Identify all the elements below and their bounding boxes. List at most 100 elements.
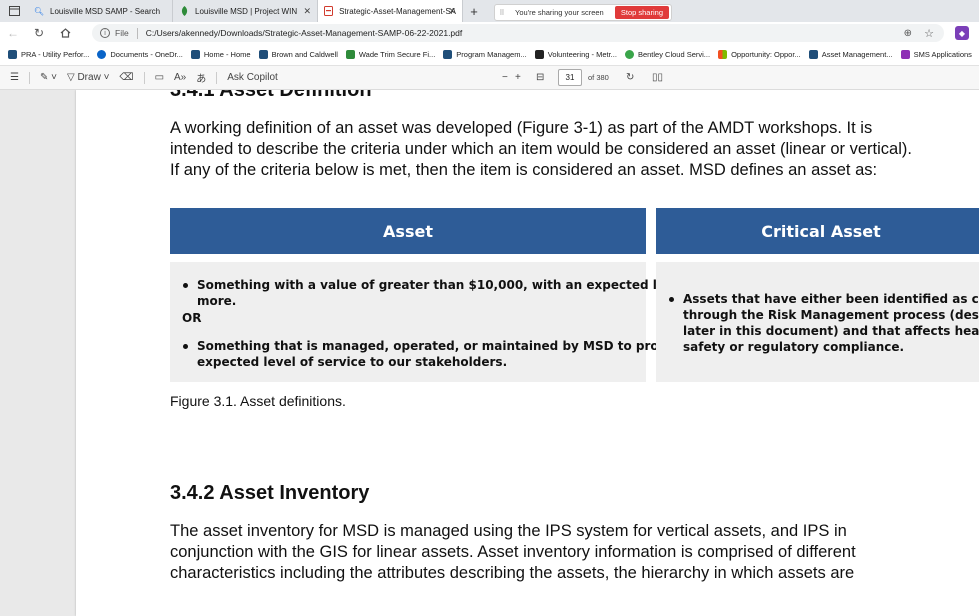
new-tab-button[interactable]: + bbox=[463, 0, 485, 22]
home-button[interactable] bbox=[52, 28, 78, 38]
critical-bullet: Assets that have either been identified … bbox=[683, 291, 979, 355]
close-icon[interactable]: ✕ bbox=[448, 6, 456, 17]
bookmark-item[interactable]: Volunteering - Metr... bbox=[534, 50, 617, 59]
asset-column-header: Asset bbox=[170, 208, 646, 254]
inventory-paragraph: The asset inventory for MSD is managed u… bbox=[170, 521, 979, 584]
asset-definition-cell: Something with a value of greater than $… bbox=[170, 262, 764, 382]
bookmark-item[interactable]: Documents - OneDr... bbox=[97, 50, 183, 59]
bullet-text-line: later in this document) and that affects… bbox=[683, 324, 979, 338]
bookmark-label: Opportunity: Oppor... bbox=[731, 50, 801, 59]
bookmark-favicon-icon bbox=[258, 50, 268, 59]
document-viewer[interactable]: 3.4.1 Asset Definition A working definit… bbox=[0, 90, 979, 616]
paragraph-line: conjunction with the GIS for linear asse… bbox=[170, 543, 856, 561]
bullet-text-line: through the Risk Management process (des… bbox=[683, 308, 979, 322]
toolbar-divider bbox=[216, 71, 218, 84]
asset-bullet-2: Something that is managed, operated, or … bbox=[197, 338, 708, 370]
bookmark-label: Wade Trim Secure Fi... bbox=[358, 50, 436, 59]
paragraph-line: If any of the criteria below is met, the… bbox=[170, 161, 878, 179]
stop-sharing-button[interactable]: Stop sharing bbox=[614, 6, 669, 19]
reload-button[interactable]: ↻ bbox=[26, 26, 52, 40]
rotate-icon[interactable]: ↻ bbox=[626, 72, 634, 83]
address-bar[interactable]: i File C:/Users/akennedy/Downloads/Strat… bbox=[92, 24, 944, 42]
bookmark-item[interactable]: Bentley Cloud Servi... bbox=[624, 50, 710, 59]
translate-icon[interactable]: あ bbox=[196, 70, 206, 85]
bookmark-favicon-icon bbox=[190, 50, 200, 59]
tab-actions-button[interactable] bbox=[0, 0, 28, 22]
screen-share-banner: ⠿ You're sharing your screen Stop sharin… bbox=[494, 4, 672, 21]
bookmark-item[interactable]: Program Managem... bbox=[443, 50, 527, 59]
bookmark-item[interactable]: Opportunity: Oppor... bbox=[718, 50, 801, 59]
close-icon[interactable]: ✕ bbox=[303, 6, 311, 17]
tab-label: Louisville MSD | Project WIN bbox=[195, 6, 298, 16]
search-icon: 🔍︎ bbox=[33, 6, 45, 16]
text-box-icon[interactable]: ▭ bbox=[155, 72, 164, 83]
bookmarks-bar: PRA - Utility Perfor... Documents - OneD… bbox=[0, 44, 979, 66]
profile-icon[interactable]: ◆ bbox=[955, 26, 969, 40]
tab-pdf[interactable]: Strategic-Asset-Management-SA ✕ bbox=[318, 0, 463, 22]
bookmark-item[interactable]: Wade Trim Secure Fi... bbox=[345, 50, 436, 59]
bullet-text-line: expected level of service to our stakeho… bbox=[197, 355, 508, 369]
bullet-text-line: Something that is managed, operated, or … bbox=[197, 339, 709, 353]
section-heading-341: 3.4.1 Asset Definition bbox=[170, 90, 372, 101]
leaf-icon bbox=[179, 6, 189, 16]
paragraph-line: A working definition of an asset was dev… bbox=[170, 119, 873, 137]
bookmark-item[interactable]: Brown and Caldwell bbox=[258, 50, 338, 59]
contents-icon[interactable]: ☰ bbox=[10, 72, 19, 83]
bookmark-item[interactable]: Asset Management... bbox=[808, 50, 893, 59]
bookmark-item[interactable]: SMS Applications bbox=[900, 50, 972, 59]
zoom-in-icon[interactable]: + bbox=[515, 72, 521, 83]
bookmark-item[interactable]: PRA - Utility Perfor... bbox=[8, 50, 89, 59]
tab-search[interactable]: 🔍︎ Louisville MSD SAMP - Search bbox=[28, 0, 173, 22]
read-aloud-icon[interactable]: A» bbox=[174, 72, 186, 83]
bookmark-label: Volunteering - Metr... bbox=[547, 50, 617, 59]
zoom-icon[interactable]: ⊕ bbox=[904, 28, 912, 39]
page-count: of 380 bbox=[588, 73, 609, 82]
tab-actions-icon bbox=[8, 6, 20, 16]
asset-or-text: OR bbox=[182, 311, 202, 325]
tab-label: Strategic-Asset-Management-SA bbox=[339, 6, 456, 16]
toolbar-divider bbox=[28, 71, 30, 84]
critical-asset-definition-cell: Assets that have either been identified … bbox=[656, 262, 979, 382]
pdf-toolbar: ☰ ✎ ˅ ▽ Draw ˅ ⌫ ▭ A» あ Ask Copilot − + … bbox=[0, 66, 979, 90]
windows-icon bbox=[718, 50, 728, 59]
paragraph-line: characteristics including the attributes… bbox=[170, 564, 855, 582]
tab-project-win[interactable]: Louisville MSD | Project WIN ✕ bbox=[173, 0, 318, 22]
intro-paragraph: A working definition of an asset was dev… bbox=[170, 118, 979, 181]
section-heading-342: 3.4.2 Asset Inventory bbox=[170, 482, 370, 504]
bookmark-label: Documents - OneDr... bbox=[110, 50, 183, 59]
bookmark-favicon-icon bbox=[808, 50, 818, 59]
favorite-star-icon[interactable]: ☆ bbox=[924, 27, 934, 40]
fit-page-icon[interactable]: ⊟ bbox=[536, 72, 544, 83]
bookmark-label: Home - Home bbox=[203, 50, 251, 59]
bookmark-favicon-icon bbox=[443, 50, 453, 59]
page-view-icon[interactable]: ▯▯ bbox=[652, 72, 663, 83]
tab-strip: 🔍︎ Louisville MSD SAMP - Search Louisvil… bbox=[0, 0, 979, 22]
bullet-icon bbox=[183, 344, 188, 349]
home-icon bbox=[60, 28, 70, 38]
bookmark-label: SMS Applications bbox=[913, 50, 972, 59]
critical-asset-column-header: Critical Asset bbox=[656, 208, 979, 254]
bullet-icon bbox=[669, 297, 674, 302]
address-scheme: File bbox=[115, 28, 129, 38]
bookmark-favicon-icon bbox=[8, 50, 17, 59]
zoom-out-icon[interactable]: − bbox=[502, 72, 508, 83]
bullet-icon bbox=[183, 283, 188, 288]
bookmark-favicon-icon bbox=[345, 50, 355, 59]
draw-label: Draw bbox=[77, 72, 101, 83]
bookmark-favicon-icon bbox=[900, 50, 910, 59]
figure-caption: Figure 3.1. Asset definitions. bbox=[170, 393, 346, 409]
bookmark-label: Asset Management... bbox=[821, 50, 893, 59]
draw-button[interactable]: ▽ Draw ˅ bbox=[67, 72, 109, 83]
highlight-icon[interactable]: ✎ ˅ bbox=[40, 72, 57, 83]
address-divider bbox=[136, 27, 138, 39]
page-number-input[interactable]: 31 bbox=[558, 69, 582, 86]
info-icon[interactable]: i bbox=[100, 28, 110, 38]
address-row: ← ↻ i File C:/Users/akennedy/Downloads/S… bbox=[0, 22, 979, 44]
back-arrow-icon: ← bbox=[7, 26, 19, 40]
bookmark-item[interactable]: Home - Home bbox=[190, 50, 251, 59]
drag-handle-icon[interactable]: ⠿ bbox=[495, 9, 509, 17]
address-path: C:/Users/akennedy/Downloads/Strategic-As… bbox=[145, 28, 463, 38]
back-button[interactable]: ← bbox=[0, 26, 26, 40]
ask-copilot-button[interactable]: Ask Copilot bbox=[227, 72, 278, 83]
eraser-icon[interactable]: ⌫ bbox=[119, 72, 133, 83]
